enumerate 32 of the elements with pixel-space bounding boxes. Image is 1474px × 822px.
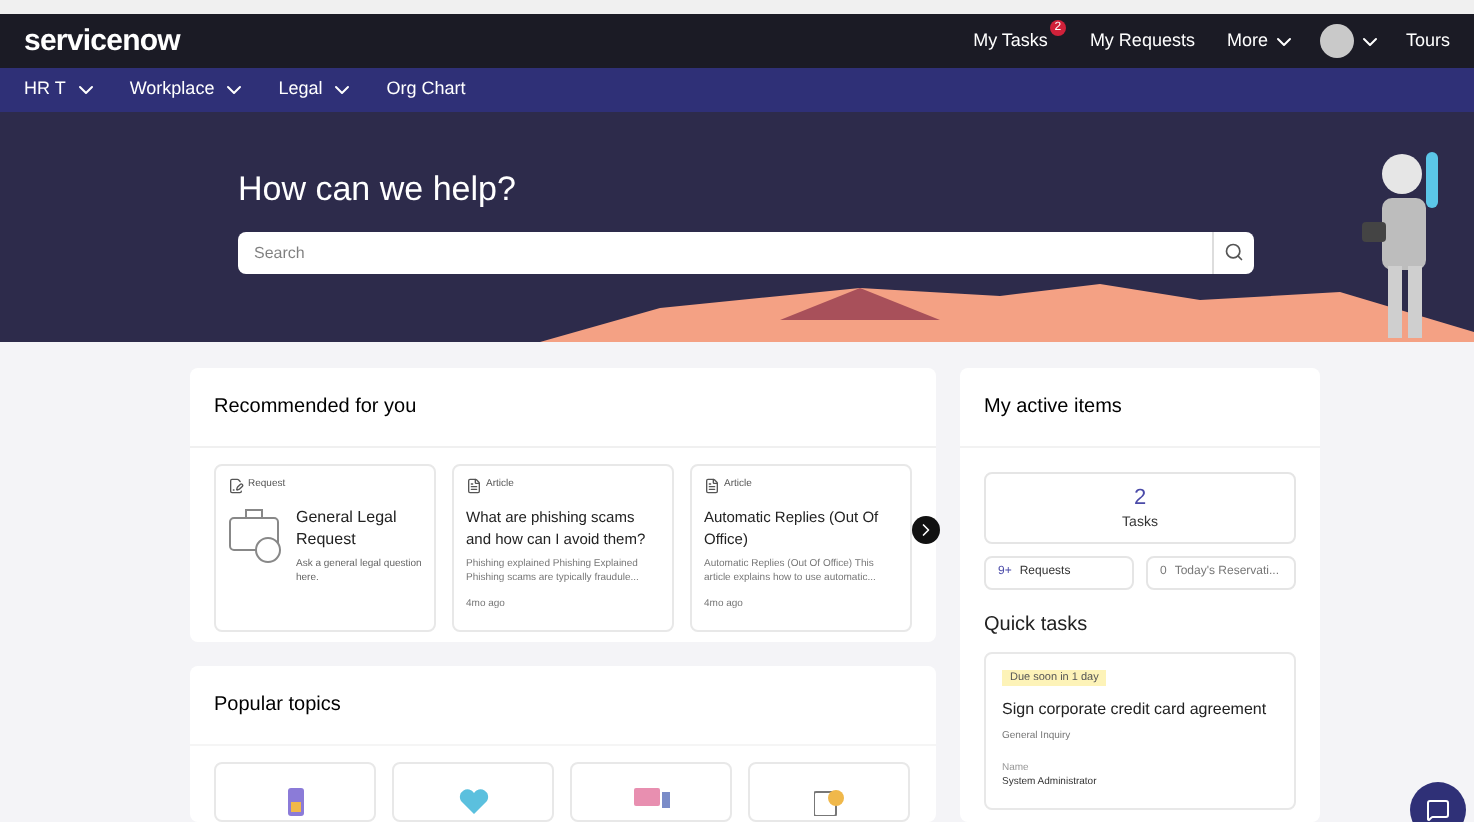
- quick-tasks-title: Quick tasks: [984, 612, 1090, 640]
- nav-menu[interactable]: Workplace: [129, 76, 247, 104]
- header-link[interactable]: My Tasks: [973, 28, 1048, 56]
- briefcase-question-icon: [228, 506, 284, 566]
- search-icon: [1224, 242, 1244, 263]
- panel-title: Recommended for you: [190, 368, 936, 448]
- phone-icon: [285, 788, 305, 816]
- avatar[interactable]: [1319, 24, 1354, 59]
- nav-menu[interactable]: HR T: [24, 76, 98, 104]
- document-search-icon: [813, 788, 845, 816]
- nav-menu[interactable]: Legal: [278, 76, 355, 104]
- more-menu[interactable]: More: [1226, 28, 1296, 56]
- tours-link[interactable]: Tours: [1405, 28, 1450, 56]
- next-button[interactable]: [912, 516, 940, 544]
- logo[interactable]: servicenow: [24, 19, 180, 65]
- article-icon: [704, 478, 720, 494]
- nav-menu[interactable]: Org Chart: [386, 76, 466, 104]
- topic-card[interactable]: [214, 762, 376, 822]
- header-link[interactable]: My Requests: [1089, 28, 1195, 56]
- hero-title: How can we help?: [238, 168, 518, 213]
- request-icon: [228, 478, 244, 494]
- tasks-count: 2: [1133, 483, 1147, 513]
- chat-icon: [1426, 798, 1450, 822]
- task-title: Sign corporate credit card agreement: [1002, 698, 1267, 723]
- monitor-icon: [633, 788, 669, 808]
- heart-icon: [457, 788, 489, 816]
- article-icon: [466, 478, 482, 494]
- item-title: General Legal Request: [296, 506, 399, 550]
- search-button[interactable]: [1212, 231, 1254, 274]
- panel-title: Popular topics: [190, 666, 936, 746]
- panel-title: My active items: [960, 368, 1320, 448]
- search-field[interactable]: Search: [238, 231, 1212, 274]
